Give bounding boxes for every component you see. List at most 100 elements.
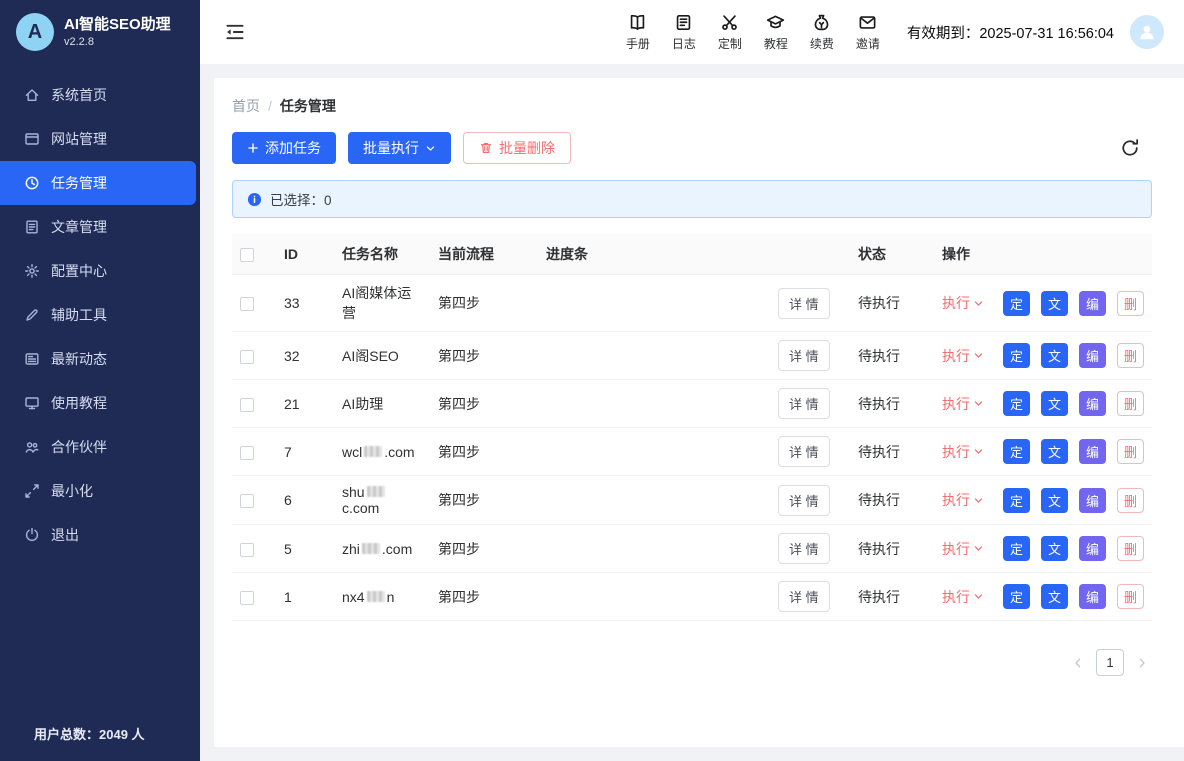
detail-button[interactable]: 详 情 xyxy=(778,485,830,516)
row-action-删-button[interactable]: 删 xyxy=(1117,584,1144,609)
row-action-编-button[interactable]: 编 xyxy=(1079,291,1106,316)
header-action-manual[interactable]: 手册 xyxy=(623,13,653,52)
header-action-invite[interactable]: 邀请 xyxy=(853,13,883,52)
batch-delete-button[interactable]: 批量删除 xyxy=(463,132,571,164)
row-task-name: AI阁SEO xyxy=(334,332,430,380)
row-action-删-button[interactable]: 删 xyxy=(1117,291,1144,316)
header-action-log[interactable]: 日志 xyxy=(669,13,699,52)
row-action-文-button[interactable]: 文 xyxy=(1041,536,1068,561)
detail-button[interactable]: 详 情 xyxy=(778,340,830,371)
header-action-custom[interactable]: 定制 xyxy=(715,13,745,52)
sidebar-item-partner[interactable]: 合作伙伴 xyxy=(0,425,200,469)
sidebar-item-tools[interactable]: 辅助工具 xyxy=(0,293,200,337)
detail-button[interactable]: 详 情 xyxy=(778,388,830,419)
sidebar-item-article[interactable]: 文章管理 xyxy=(0,205,200,249)
row-action-文-button[interactable]: 文 xyxy=(1041,488,1068,513)
row-action-定-button[interactable]: 定 xyxy=(1003,343,1030,368)
execute-dropdown[interactable]: 执行 xyxy=(942,587,984,607)
tools-icon xyxy=(24,307,40,323)
select-all-checkbox[interactable] xyxy=(240,248,254,262)
chevron-down-icon xyxy=(425,143,436,154)
minimize-icon xyxy=(24,483,40,499)
row-checkbox[interactable] xyxy=(240,446,254,460)
execute-dropdown[interactable]: 执行 xyxy=(942,490,984,510)
row-action-文-button[interactable]: 文 xyxy=(1041,584,1068,609)
prev-page-icon[interactable] xyxy=(1072,657,1084,669)
row-action-删-button[interactable]: 删 xyxy=(1117,536,1144,561)
row-action-编-button[interactable]: 编 xyxy=(1079,584,1106,609)
header-action-renew[interactable]: 续费 xyxy=(807,13,837,52)
row-checkbox[interactable] xyxy=(240,398,254,412)
row-action-删-button[interactable]: 删 xyxy=(1117,343,1144,368)
row-action-定-button[interactable]: 定 xyxy=(1003,584,1030,609)
row-action-定-button[interactable]: 定 xyxy=(1003,391,1030,416)
sidebar-item-news[interactable]: 最新动态 xyxy=(0,337,200,381)
row-flow: 第四步 xyxy=(430,525,538,573)
refresh-icon[interactable] xyxy=(1120,138,1140,158)
detail-button[interactable]: 详 情 xyxy=(778,581,830,612)
sidebar-item-tutorial[interactable]: 使用教程 xyxy=(0,381,200,425)
row-action-定-button[interactable]: 定 xyxy=(1003,291,1030,316)
row-id: 6 xyxy=(276,476,334,525)
row-checkbox[interactable] xyxy=(240,591,254,605)
chevron-down-icon xyxy=(973,591,984,602)
add-task-button[interactable]: 添加任务 xyxy=(232,132,336,164)
row-status: 待执行 xyxy=(850,573,934,621)
row-id: 32 xyxy=(276,332,334,380)
breadcrumb-home[interactable]: 首页 xyxy=(232,96,260,116)
sidebar-collapse-icon[interactable] xyxy=(224,21,246,43)
row-action-删-button[interactable]: 删 xyxy=(1117,488,1144,513)
site-icon xyxy=(24,131,40,147)
row-checkbox[interactable] xyxy=(240,297,254,311)
row-action-编-button[interactable]: 编 xyxy=(1079,343,1106,368)
row-action-编-button[interactable]: 编 xyxy=(1079,536,1106,561)
execute-dropdown[interactable]: 执行 xyxy=(942,293,984,313)
next-page-icon[interactable] xyxy=(1136,657,1148,669)
detail-button[interactable]: 详 情 xyxy=(778,436,830,467)
execute-dropdown[interactable]: 执行 xyxy=(942,442,984,462)
row-checkbox[interactable] xyxy=(240,350,254,364)
col-flow: 当前流程 xyxy=(430,234,538,275)
execute-dropdown[interactable]: 执行 xyxy=(942,539,984,559)
sidebar-item-minimize[interactable]: 最小化 xyxy=(0,469,200,513)
sidebar-item-home[interactable]: 系统首页 xyxy=(0,73,200,117)
row-action-文-button[interactable]: 文 xyxy=(1041,291,1068,316)
row-checkbox[interactable] xyxy=(240,494,254,508)
detail-button[interactable]: 详 情 xyxy=(778,533,830,564)
row-status: 待执行 xyxy=(850,332,934,380)
row-action-定-button[interactable]: 定 xyxy=(1003,439,1030,464)
row-action-编-button[interactable]: 编 xyxy=(1079,439,1106,464)
row-action-删-button[interactable]: 删 xyxy=(1117,439,1144,464)
sidebar-item-label: 任务管理 xyxy=(51,173,107,193)
sidebar-item-task[interactable]: 任务管理 xyxy=(0,161,196,205)
detail-button[interactable]: 详 情 xyxy=(778,288,830,319)
sidebar-item-exit[interactable]: 退出 xyxy=(0,513,200,557)
avatar[interactable] xyxy=(1130,15,1164,49)
sidebar-item-label: 配置中心 xyxy=(51,261,107,281)
row-action-文-button[interactable]: 文 xyxy=(1041,343,1068,368)
page-number[interactable]: 1 xyxy=(1096,649,1124,676)
batch-execute-button[interactable]: 批量执行 xyxy=(348,132,451,164)
selection-alert: 已选择：0 xyxy=(232,180,1152,218)
execute-dropdown[interactable]: 执行 xyxy=(942,394,984,414)
row-action-文-button[interactable]: 文 xyxy=(1041,391,1068,416)
header-action-label: 邀请 xyxy=(856,35,880,52)
row-action-编-button[interactable]: 编 xyxy=(1079,488,1106,513)
execute-dropdown[interactable]: 执行 xyxy=(942,346,984,366)
header-action-course[interactable]: 教程 xyxy=(761,13,791,52)
article-icon xyxy=(24,219,40,235)
row-action-文-button[interactable]: 文 xyxy=(1041,439,1068,464)
chevron-down-icon xyxy=(973,298,984,309)
app-root: A AI智能SEO助理 v2.2.8 系统首页 网站管理 任务管理 文章管理 配… xyxy=(0,0,1184,761)
batch-execute-label: 批量执行 xyxy=(363,138,419,158)
sidebar-item-site[interactable]: 网站管理 xyxy=(0,117,200,161)
row-flow: 第四步 xyxy=(430,573,538,621)
sidebar-item-label: 退出 xyxy=(51,525,79,545)
sidebar-item-config[interactable]: 配置中心 xyxy=(0,249,200,293)
sidebar-item-label: 使用教程 xyxy=(51,393,107,413)
row-checkbox[interactable] xyxy=(240,543,254,557)
row-action-定-button[interactable]: 定 xyxy=(1003,536,1030,561)
row-action-编-button[interactable]: 编 xyxy=(1079,391,1106,416)
row-action-删-button[interactable]: 删 xyxy=(1117,391,1144,416)
row-action-定-button[interactable]: 定 xyxy=(1003,488,1030,513)
